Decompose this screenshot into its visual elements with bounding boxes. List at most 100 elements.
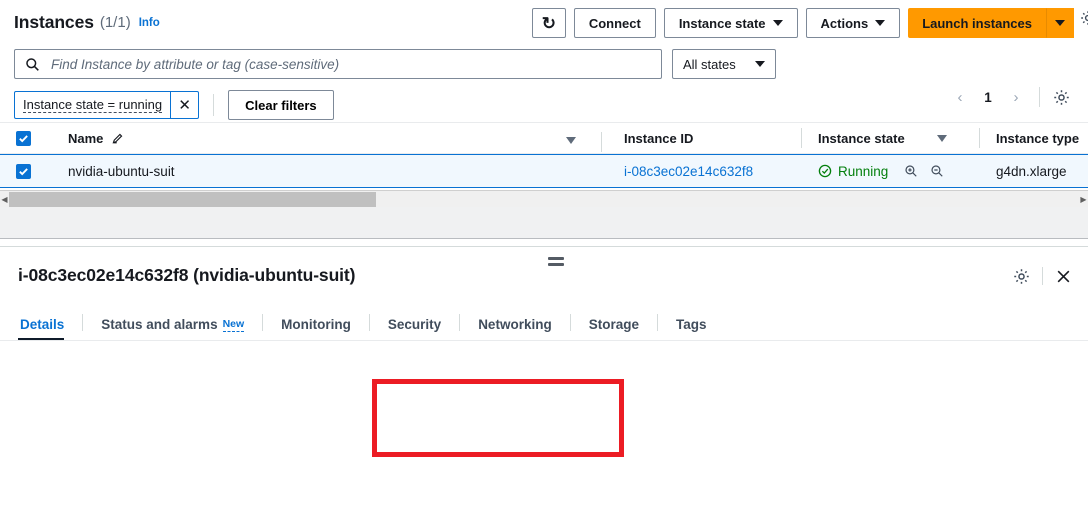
column-header-instance-type-label: Instance type — [996, 130, 1080, 146]
details-tabs: Details Status and alarms New Monitoring… — [18, 307, 1088, 341]
instances-header: Instances (1/1) Info ↻ Connect Instance … — [0, 0, 1088, 45]
tab-status-and-alarms-label: Status and alarms — [101, 317, 218, 332]
tab-networking-label: Networking — [478, 317, 552, 332]
pagination: ‹ 1 › — [945, 82, 1074, 112]
tabs-underline — [0, 340, 1088, 341]
instance-id-link[interactable]: i-08c3ec02e14c632f8 — [624, 164, 753, 179]
column-header-instance-state-label: Instance state — [818, 130, 905, 146]
column-header-instance-type[interactable]: Instance type — [980, 131, 1079, 146]
instance-state-dropdown[interactable]: Instance state — [663, 8, 798, 38]
filter-token-label-wrap: Instance state = running — [15, 92, 170, 118]
horizontal-scrollbar[interactable]: ◀ ▶ — [0, 190, 1088, 207]
sort-icon[interactable] — [936, 134, 947, 142]
filter-token-label: Instance state = running — [23, 97, 163, 113]
column-header-name-label: Name — [68, 130, 104, 146]
tab-details-label: Details — [20, 317, 65, 332]
tab-details[interactable]: Details — [18, 317, 82, 341]
info-link[interactable]: Info — [139, 17, 160, 29]
search-input[interactable] — [49, 55, 651, 73]
chevron-down-icon — [1055, 20, 1065, 26]
launch-instances-dropdown[interactable] — [1046, 8, 1074, 38]
refresh-icon: ↻ — [541, 13, 556, 33]
search-icon — [26, 57, 39, 71]
tab-status-and-alarms[interactable]: Status and alarms New — [83, 317, 262, 341]
cell-name: nvidia-ubuntu-suit — [46, 164, 602, 179]
ec2-console-page: Instances (1/1) Info ↻ Connect Instance … — [0, 0, 1088, 531]
edit-pencil-icon[interactable] — [111, 132, 124, 145]
column-header-instance-state[interactable]: Instance state — [802, 128, 980, 148]
tab-storage-label: Storage — [588, 317, 639, 332]
prev-page-icon[interactable]: ‹ — [945, 82, 975, 112]
instances-count: (1/1) — [99, 14, 131, 31]
table-preferences-gear-icon[interactable] — [1048, 84, 1074, 110]
instance-type-value: g4dn.xlarge — [996, 163, 1067, 179]
sort-icon[interactable] — [566, 136, 576, 144]
page-number[interactable]: 1 — [975, 90, 1001, 105]
states-filter-label: All states — [683, 56, 736, 72]
chevron-down-icon — [755, 61, 765, 67]
column-header-name[interactable]: Name — [46, 130, 602, 152]
details-preferences-gear-icon[interactable] — [1013, 268, 1030, 285]
filter-row: Instance state = running ✕ Clear filters — [0, 88, 1088, 122]
zoom-out-icon[interactable] — [930, 164, 944, 178]
tab-tags-label: Tags — [675, 317, 707, 332]
select-all-checkbox[interactable] — [0, 130, 46, 146]
tab-tags[interactable]: Tags — [658, 317, 725, 341]
refresh-button[interactable]: ↻ — [531, 8, 566, 38]
cell-instance-id: i-08c3ec02e14c632f8 — [602, 164, 802, 179]
search-box[interactable] — [14, 49, 662, 79]
zoom-in-icon[interactable] — [904, 164, 918, 178]
column-header-instance-id-label: Instance ID — [624, 130, 694, 146]
actions-dropdown[interactable]: Actions — [805, 8, 901, 38]
details-panel-actions — [1013, 267, 1072, 285]
checkbox-checked-icon — [15, 163, 31, 179]
actions-dropdown-label: Actions — [820, 15, 869, 31]
status-running-icon — [818, 164, 832, 178]
instance-details-panel: i-08c3ec02e14c632f8 (nvidia-ubuntu-suit)… — [0, 246, 1088, 531]
checkbox-checked-icon — [15, 130, 31, 146]
divider — [1042, 267, 1043, 285]
edge-gear-icon[interactable] — [1080, 10, 1088, 31]
instances-panel: Instances (1/1) Info ↻ Connect Instance … — [0, 0, 1088, 246]
cell-instance-type: g4dn.xlarge — [980, 164, 1067, 179]
remove-filter-icon[interactable]: ✕ — [170, 92, 198, 118]
details-panel-title: i-08c3ec02e14c632f8 (nvidia-ubuntu-suit) — [18, 265, 356, 285]
row-select-checkbox[interactable] — [0, 163, 46, 179]
filter-token-instance-state[interactable]: Instance state = running ✕ — [14, 91, 200, 119]
tab-security[interactable]: Security — [370, 317, 459, 341]
divider — [601, 131, 602, 152]
scrollbar-track[interactable] — [9, 191, 1079, 208]
next-page-icon[interactable]: › — [1001, 82, 1031, 112]
chevron-down-icon — [875, 20, 886, 26]
table-header-row: Name Instance ID Instance state Instance… — [0, 122, 1088, 154]
divider — [213, 94, 215, 116]
divider — [1039, 87, 1040, 107]
cell-instance-state: Running — [802, 164, 980, 179]
panel-gap — [0, 207, 1088, 239]
column-header-instance-id[interactable]: Instance ID — [602, 128, 802, 148]
scroll-right-icon[interactable]: ▶ — [1079, 195, 1088, 204]
tab-monitoring[interactable]: Monitoring — [263, 317, 369, 341]
launch-instances-button[interactable]: Launch instances — [908, 8, 1046, 38]
clear-filters-button[interactable]: Clear filters — [228, 90, 334, 120]
tab-storage[interactable]: Storage — [571, 317, 657, 341]
table-row[interactable]: nvidia-ubuntu-suit i-08c3ec02e14c632f8 R… — [0, 154, 1088, 188]
cell-name-value: nvidia-ubuntu-suit — [68, 163, 175, 179]
instance-state-dropdown-label: Instance state — [678, 15, 766, 31]
instance-state-value: Running — [838, 163, 889, 179]
new-badge: New — [222, 318, 245, 332]
close-icon[interactable] — [1055, 268, 1072, 285]
panel-resize-handle[interactable] — [548, 257, 564, 269]
scrollbar-thumb[interactable] — [9, 191, 376, 207]
tab-networking[interactable]: Networking — [460, 317, 570, 341]
instances-table: Name Instance ID Instance state Instance… — [0, 122, 1088, 188]
scroll-left-icon[interactable]: ◀ — [0, 195, 9, 204]
chevron-down-icon — [772, 20, 783, 26]
tab-security-label: Security — [387, 317, 442, 332]
header-actions: ↻ Connect Instance state Actions Launch … — [531, 8, 1074, 38]
states-filter-dropdown[interactable]: All states — [672, 49, 776, 79]
search-row: All states — [0, 47, 1088, 81]
connect-button[interactable]: Connect — [573, 8, 656, 38]
tab-monitoring-label: Monitoring — [281, 317, 351, 332]
page-title: Instances — [14, 12, 94, 32]
